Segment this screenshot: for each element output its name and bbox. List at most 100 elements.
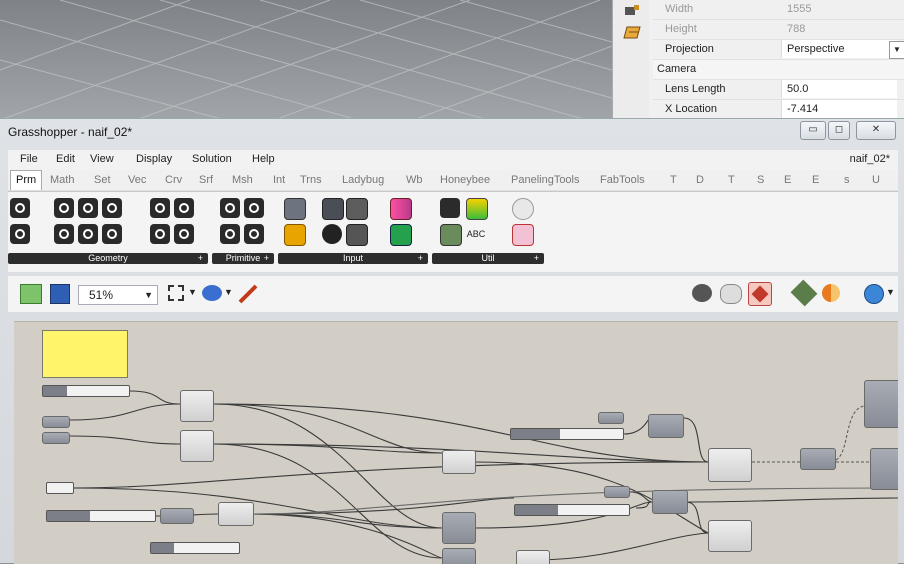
menu-display[interactable]: Display xyxy=(136,153,172,165)
minimize-icon[interactable]: ▭ xyxy=(800,121,826,140)
tab-s2[interactable]: s xyxy=(844,174,850,186)
tab-crv[interactable]: Crv xyxy=(165,174,182,186)
geometry-component-icon[interactable] xyxy=(150,224,170,244)
param-node[interactable] xyxy=(604,486,630,498)
save-file-icon[interactable] xyxy=(50,284,70,304)
wireframe-preview-icon[interactable] xyxy=(692,284,712,302)
tab-t[interactable]: T xyxy=(670,174,677,186)
geometry-component-icon[interactable] xyxy=(54,198,74,218)
geometry-component-icon[interactable] xyxy=(10,198,30,218)
geometry-component-icon[interactable] xyxy=(78,224,98,244)
tab-u[interactable]: U xyxy=(872,174,880,186)
tab-math[interactable]: Math xyxy=(50,174,74,186)
title-bar[interactable]: Grasshopper - naif_02* ▭ ◻ ✕ xyxy=(0,119,904,145)
tab-int[interactable]: Int xyxy=(273,174,285,186)
value-list-icon[interactable] xyxy=(346,224,368,246)
number-slider[interactable] xyxy=(46,510,156,522)
tab-t2[interactable]: T xyxy=(728,174,735,186)
zoom-select[interactable]: 51% ▼ xyxy=(78,285,158,305)
tab-e2[interactable]: E xyxy=(812,174,819,186)
colour-swatch-icon[interactable] xyxy=(390,198,412,220)
geometry-component-icon[interactable] xyxy=(10,224,30,244)
dropdown-arrow-icon[interactable]: ▼ xyxy=(889,41,904,59)
primitive-component-icon[interactable] xyxy=(220,224,240,244)
bake-icon[interactable] xyxy=(790,279,818,307)
component-node[interactable] xyxy=(648,414,684,438)
param-node[interactable] xyxy=(42,416,70,428)
menu-edit[interactable]: Edit xyxy=(56,153,75,165)
geometry-component-icon[interactable] xyxy=(150,198,170,218)
shaded-preview-icon[interactable] xyxy=(720,284,742,304)
close-icon[interactable]: ✕ xyxy=(856,121,896,140)
number-slider[interactable] xyxy=(46,482,74,494)
component-node[interactable] xyxy=(442,512,476,544)
tab-msh[interactable]: Msh xyxy=(232,174,253,186)
legend-icon[interactable] xyxy=(466,198,488,220)
number-slider[interactable] xyxy=(150,542,240,554)
tab-set[interactable]: Set xyxy=(94,174,111,186)
param-node[interactable] xyxy=(800,448,836,470)
geometry-component-icon[interactable] xyxy=(174,198,194,218)
panel-label[interactable]: Geometry + xyxy=(8,253,208,264)
param-node[interactable] xyxy=(160,508,194,524)
number-slider[interactable] xyxy=(510,428,624,440)
gradient-icon[interactable] xyxy=(346,198,368,220)
component-node[interactable] xyxy=(180,390,214,422)
colour-picker-icon[interactable] xyxy=(390,224,412,246)
component-node[interactable] xyxy=(708,520,752,552)
component-node[interactable] xyxy=(864,380,898,428)
primitive-component-icon[interactable] xyxy=(244,198,264,218)
open-file-icon[interactable] xyxy=(20,284,42,304)
viewport-grid-icon[interactable] xyxy=(623,24,641,40)
abc-text-icon[interactable]: ABC xyxy=(466,224,486,244)
chevron-down-icon[interactable]: ▼ xyxy=(188,287,197,297)
selected-preview-icon[interactable] xyxy=(748,282,772,306)
component-node[interactable] xyxy=(180,430,214,462)
image-sampler-icon[interactable] xyxy=(440,224,462,246)
note-panel[interactable] xyxy=(42,330,128,378)
geometry-component-icon[interactable] xyxy=(78,198,98,218)
tab-vec[interactable]: Vec xyxy=(128,174,146,186)
tab-s[interactable]: S xyxy=(757,174,764,186)
file-path-icon[interactable] xyxy=(322,198,344,220)
camera-icon[interactable] xyxy=(623,2,641,18)
component-node[interactable] xyxy=(870,448,898,490)
sketch-pen-icon[interactable] xyxy=(238,284,260,304)
maximize-icon[interactable]: ◻ xyxy=(828,121,850,140)
cd-icon[interactable] xyxy=(512,198,534,220)
tab-trns[interactable]: Trns xyxy=(300,174,322,186)
node-canvas[interactable] xyxy=(14,321,898,564)
zoom-extents-icon[interactable] xyxy=(168,285,184,301)
graph-mapper-icon[interactable] xyxy=(284,224,306,246)
tab-honeybee[interactable]: Honeybee xyxy=(440,174,490,186)
menu-view[interactable]: View xyxy=(90,153,114,165)
number-slider-icon[interactable] xyxy=(284,198,306,220)
tab-fabtools[interactable]: FabTools xyxy=(600,174,645,186)
geometry-component-icon[interactable] xyxy=(102,224,122,244)
menu-solution[interactable]: Solution xyxy=(192,153,232,165)
toggle-icon[interactable] xyxy=(322,224,342,244)
number-slider[interactable] xyxy=(42,385,130,397)
primitive-component-icon[interactable] xyxy=(220,198,240,218)
panel-label[interactable]: Input + xyxy=(278,253,428,264)
number-slider[interactable] xyxy=(514,504,630,516)
param-node[interactable] xyxy=(598,412,624,424)
tab-prm[interactable]: Prm xyxy=(10,170,43,190)
panel-label[interactable]: Util + xyxy=(432,253,544,264)
preview-sphere-icon[interactable] xyxy=(864,284,884,304)
param-node[interactable] xyxy=(42,432,70,444)
chevron-down-icon[interactable]: ▼ xyxy=(224,287,233,297)
panel-label[interactable]: Primitive + xyxy=(212,253,274,264)
tab-d[interactable]: D xyxy=(696,174,704,186)
menu-file[interactable]: File xyxy=(20,153,38,165)
geometry-component-icon[interactable] xyxy=(102,198,122,218)
tree-icon[interactable] xyxy=(440,198,460,218)
tab-ladybug[interactable]: Ladybug xyxy=(342,174,384,186)
geometry-component-icon[interactable] xyxy=(54,224,74,244)
tab-e[interactable]: E xyxy=(784,174,791,186)
component-node[interactable] xyxy=(218,502,254,526)
chevron-down-icon[interactable]: ▼ xyxy=(886,287,895,297)
material-icon[interactable] xyxy=(822,284,840,302)
preview-eye-icon[interactable] xyxy=(202,285,222,301)
tab-srf[interactable]: Srf xyxy=(199,174,213,186)
